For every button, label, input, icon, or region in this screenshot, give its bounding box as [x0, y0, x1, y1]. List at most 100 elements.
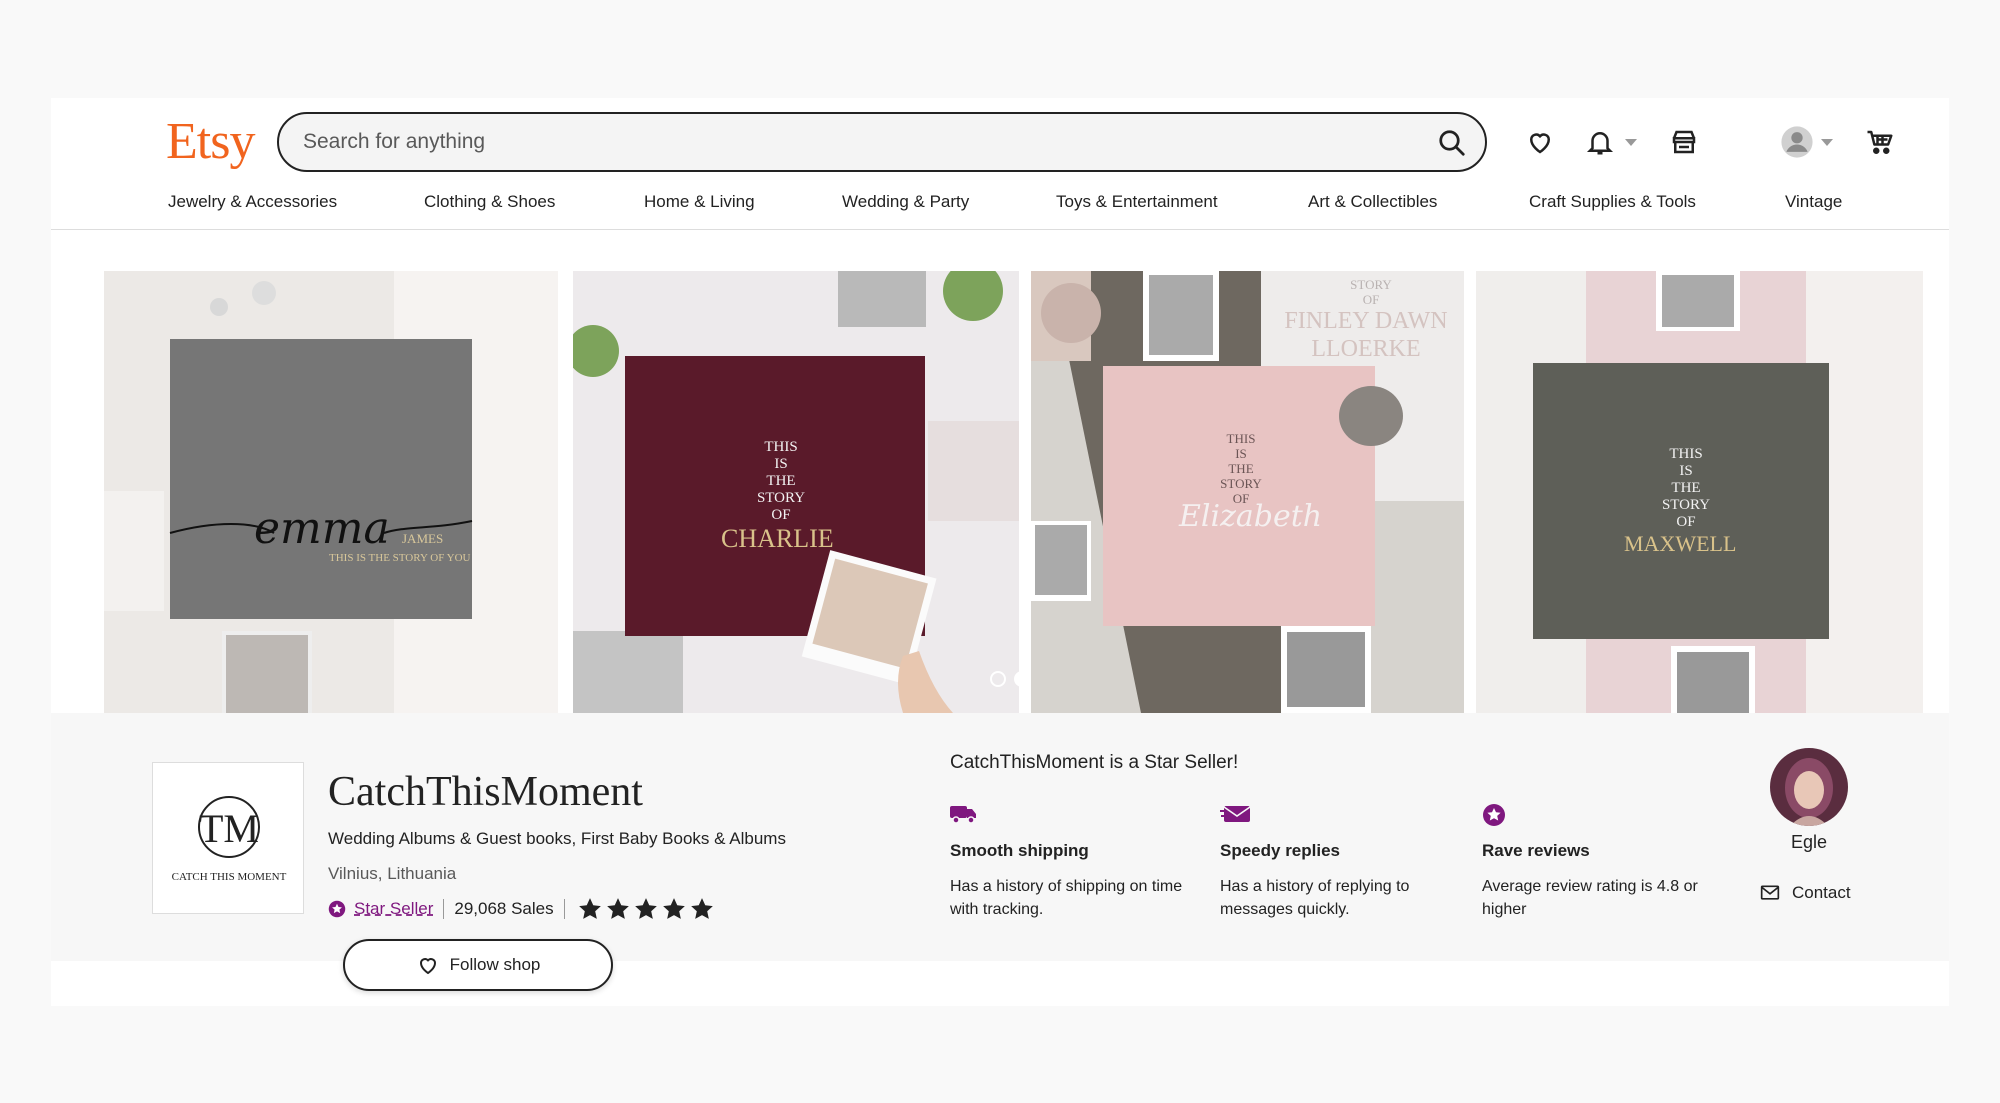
envelope-icon	[1220, 806, 1251, 822]
star-seller-badge-icon	[328, 900, 346, 918]
feature-speedy-replies: Speedy replies Has a history of replying…	[1220, 803, 1460, 921]
background-card-text: STORY OF	[1271, 277, 1464, 307]
cover-line: OF	[771, 507, 791, 523]
feature-description: Has a history of replying to messages qu…	[1220, 878, 1410, 918]
carousel-dot-2[interactable]	[1014, 671, 1030, 687]
contact-button[interactable]: Contact	[1760, 883, 1851, 903]
notifications-button[interactable]	[1578, 120, 1622, 164]
nav-clothing-shoes[interactable]: Clothing & Shoes	[424, 192, 555, 212]
star-icon	[578, 898, 601, 919]
follow-shop-label: Follow shop	[449, 955, 541, 974]
etsy-logo[interactable]: Etsy	[166, 112, 255, 171]
cover-line: THIS	[1669, 446, 1703, 462]
cover-line: THIS	[764, 439, 798, 455]
notifications-caret-icon[interactable]	[1625, 139, 1637, 146]
user-avatar-icon	[1781, 126, 1813, 158]
nav-craft-supplies-tools[interactable]: Craft Supplies & Tools	[1529, 192, 1696, 212]
banner-photo-4: THIS IS THE STORY OF MAXWELL	[1476, 271, 1923, 713]
site-header: Etsy Jewelry & Accessories Clothing	[51, 98, 1949, 230]
star-icon	[662, 898, 685, 919]
favorites-button[interactable]	[1518, 120, 1562, 164]
shop-info-section: TM CATCH THIS MOMENT CatchThisMoment Wed…	[51, 713, 1949, 991]
album-cover-text: THIS IS THE STORY OF	[1211, 431, 1271, 506]
star-icon	[690, 898, 713, 919]
card-line: LLOERKE	[1311, 336, 1421, 362]
feature-description: Has a history of shipping on time with t…	[950, 878, 1183, 918]
follow-shop-button[interactable]: Follow shop	[343, 939, 613, 991]
carousel-dot-1[interactable]	[990, 671, 1006, 687]
star-seller-link[interactable]: Star Seller	[354, 899, 433, 919]
star-badge-icon	[1483, 804, 1505, 826]
photo-album-image	[104, 271, 558, 713]
feature-rave-reviews: Rave reviews Average review rating is 4.…	[1482, 803, 1722, 921]
owner-avatar[interactable]	[1770, 748, 1848, 826]
album-cover-text: THIS IS THE STORY OF	[741, 439, 821, 524]
cover-line: THIS	[1226, 431, 1256, 446]
contact-label: Contact	[1792, 883, 1851, 902]
sales-count: 29,068 Sales	[454, 899, 554, 918]
album-cover-name: MAXWELL	[1624, 531, 1737, 556]
shop-meta: Star Seller 29,068 Sales	[328, 896, 715, 922]
cover-line: STORY	[756, 490, 806, 506]
album-cover-name: emma	[254, 503, 390, 554]
category-nav: Jewelry & Accessories Clothing & Shoes H…	[51, 192, 1949, 222]
shop-logo: TM CATCH THIS MOMENT	[152, 762, 304, 914]
owner-name: Egle	[1790, 832, 1828, 852]
meta-divider	[443, 899, 445, 919]
cover-line: THE	[766, 473, 796, 489]
rating-stars[interactable]	[577, 896, 715, 922]
cart-icon	[1867, 130, 1893, 154]
shop-name: CatchThisMoment	[328, 769, 643, 815]
nav-art-collectibles[interactable]: Art & Collectibles	[1308, 192, 1437, 212]
shop-location: Vilnius, Lithuania	[328, 864, 457, 883]
shop-manager-button[interactable]	[1662, 120, 1706, 164]
cover-line: OF	[1676, 514, 1696, 530]
nav-toys-entertainment[interactable]: Toys & Entertainment	[1056, 192, 1218, 212]
truck-icon	[950, 806, 976, 824]
shop-tagline: Wedding Albums & Guest books, First Baby…	[328, 829, 786, 848]
bell-icon	[1586, 132, 1614, 155]
heart-icon	[419, 958, 436, 975]
etsy-shop-page: Etsy Jewelry & Accessories Clothing	[51, 98, 1949, 1006]
cover-line: IS	[1679, 463, 1693, 479]
cover-line: IS	[1235, 446, 1247, 461]
nav-vintage[interactable]: Vintage	[1785, 192, 1842, 212]
feature-description: Average review rating is 4.8 or higher	[1482, 878, 1698, 918]
banner-photo-2: THIS IS THE STORY OF CHARLIE	[573, 271, 1019, 713]
cart-button[interactable]	[1858, 120, 1902, 164]
cover-line: IS	[774, 456, 788, 472]
shop-logo-text: CATCH THIS MOMENT	[171, 871, 287, 883]
cover-line: THE	[1671, 480, 1701, 496]
search-bar	[277, 112, 1487, 172]
search-input[interactable]	[303, 128, 1363, 156]
shop-owner[interactable]: Egle	[1770, 748, 1848, 853]
account-caret-icon[interactable]	[1821, 139, 1833, 146]
meta-divider	[563, 899, 565, 919]
owner-photo	[1770, 748, 1848, 826]
card-line: FINLEY DAWN	[1284, 308, 1448, 334]
feature-smooth-shipping: Smooth shipping Has a history of shippin…	[950, 803, 1190, 921]
feature-title: Rave reviews	[1482, 841, 1590, 860]
feature-title: Speedy replies	[1220, 841, 1341, 860]
album-cover-name: Elizabeth	[1179, 499, 1323, 534]
album-cover-name: CHARLIE	[721, 524, 834, 553]
album-cover-surname: JAMES	[402, 531, 444, 546]
background-card-name: FINLEY DAWN LLOERKE	[1261, 307, 1464, 363]
star-icon	[634, 898, 657, 919]
cover-line: STORY	[1220, 476, 1262, 491]
nav-jewelry-accessories[interactable]: Jewelry & Accessories	[168, 192, 337, 212]
cover-line: STORY	[1661, 497, 1711, 513]
shop-icon	[1672, 130, 1696, 154]
star-icon	[606, 898, 629, 919]
search-button[interactable]	[1433, 124, 1471, 162]
heart-icon	[1529, 133, 1551, 154]
album-cover-text: THIS IS THE STORY OF	[1656, 446, 1716, 531]
shop-logo-monogram: TM	[199, 806, 259, 851]
search-icon	[1439, 130, 1465, 156]
nav-home-living[interactable]: Home & Living	[644, 192, 755, 212]
banner-photo-3: THIS IS THE STORY OF Elizabeth STORY OF …	[1031, 271, 1464, 713]
feature-title: Smooth shipping	[950, 841, 1089, 860]
banner-photo-1: emma JAMES THIS IS THE STORY OF YOU	[104, 271, 558, 713]
nav-wedding-party[interactable]: Wedding & Party	[842, 192, 969, 212]
account-button[interactable]	[1775, 120, 1819, 164]
